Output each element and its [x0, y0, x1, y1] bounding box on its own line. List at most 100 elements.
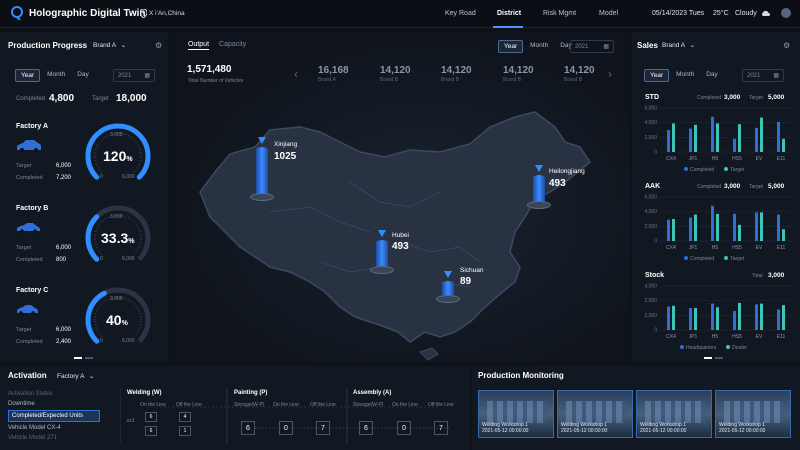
status-weather: Cloudy	[735, 10, 757, 17]
bar-target	[672, 219, 675, 241]
camera-feed[interactable]: Welding Workshop 1 2021-05-12 00:00:00	[636, 390, 712, 438]
tab-output[interactable]: Output	[188, 41, 210, 50]
chevron-down-icon: ⌄	[120, 42, 127, 49]
x-tick-label: EV	[756, 156, 763, 162]
filter-month[interactable]: Month	[42, 69, 70, 82]
legend-dot	[684, 256, 688, 260]
status-item[interactable]: Vehicle Model 271	[8, 433, 100, 443]
bar-target	[694, 124, 697, 152]
app-logo-icon	[10, 6, 24, 21]
marker-value: 1025	[274, 151, 297, 162]
status-item[interactable]: Vehicle Model CX-4	[8, 423, 100, 433]
tab-capacity[interactable]: Capacity	[219, 41, 246, 50]
camera-feed[interactable]: Welding Workshop 1 2021-05-12 00:00:00	[557, 390, 633, 438]
gauge-value: 40%	[106, 312, 128, 328]
camera-feed[interactable]: Welding Workshop 1 2021-05-12 00:00:00	[478, 390, 554, 438]
chart-legend: Completed Target	[684, 256, 744, 262]
sales-title: Sales	[637, 41, 658, 50]
avatar-icon[interactable]	[781, 8, 791, 18]
carousel-next-icon[interactable]: ›	[608, 67, 612, 81]
production-brand-value: Brand A	[93, 42, 116, 49]
gauge-left-label: 0	[100, 174, 103, 180]
factory-target-label: Target	[16, 245, 32, 251]
sales-date-picker[interactable]: 2021 ▦	[742, 69, 784, 82]
factory-target-label: Target	[16, 327, 32, 333]
y-tick-label: 2,000	[644, 298, 657, 304]
production-date-picker[interactable]: 2021 ▦	[113, 69, 155, 82]
y-tick-label: 4,000	[644, 209, 657, 215]
legend-item: Headquarters	[680, 345, 716, 351]
filter-day[interactable]: Day	[701, 69, 723, 82]
gauge-tick	[100, 335, 103, 338]
status-date: 05/14/2023 Tues	[652, 10, 705, 17]
gauge-tick	[138, 146, 141, 148]
gauge-tick	[94, 231, 97, 233]
bar-completed	[711, 116, 714, 152]
filter-month[interactable]: Month	[525, 40, 553, 53]
x-tick-label: JP1	[689, 334, 698, 340]
status-item-active[interactable]: Completed/Expected Units	[8, 410, 100, 422]
production-brand-select[interactable]: Brand A ⌄	[93, 41, 126, 49]
pager-dot-active[interactable]	[704, 357, 712, 359]
output-tabs: Output Capacity	[188, 41, 246, 50]
bar-target	[738, 224, 741, 241]
activation-title: Activation	[8, 371, 47, 380]
bar-dealer	[782, 305, 785, 330]
brand-stat: 14,120 Brand B	[380, 65, 411, 83]
nav-model[interactable]: Model	[599, 10, 618, 17]
bar-headquarters	[755, 304, 758, 330]
filter-day[interactable]: Day	[72, 69, 94, 82]
marker-name: Hubei	[392, 232, 409, 239]
nav-risk-mgmt[interactable]: Risk Mgmt	[543, 10, 576, 17]
chart-stat1-value: 3,000	[724, 183, 741, 190]
gauge-tick	[95, 326, 98, 328]
camera-caption: Welding Workshop 1 2021-05-12 00:00:00	[561, 422, 608, 434]
camera-feed[interactable]: Welding Workshop 1 2021-05-12 00:00:00	[715, 390, 791, 438]
filter-year[interactable]: Year	[644, 69, 670, 82]
sales-filter-row: Year Month Day	[644, 69, 723, 82]
production-filter-row: Year Month Day	[15, 69, 94, 82]
pager-dot[interactable]	[715, 357, 723, 359]
carousel-prev-icon[interactable]: ‹	[294, 67, 298, 81]
calendar-icon: ▦	[773, 73, 779, 79]
gauge-tick	[137, 144, 140, 146]
y-tick-label: 6,000	[644, 195, 657, 201]
status-item[interactable]: Activation Status	[8, 389, 100, 399]
legend-item: Dealer	[726, 345, 747, 351]
nav-key-road[interactable]: Key Road	[445, 10, 476, 17]
nav-active-underline	[493, 26, 523, 28]
pager-dots[interactable]	[704, 357, 723, 359]
gauge-tick	[95, 162, 98, 164]
filter-year[interactable]: Year	[15, 69, 41, 82]
nav-district[interactable]: District	[497, 10, 521, 17]
center-date-picker[interactable]: 2021 ▦	[570, 40, 614, 53]
gauge-tick	[100, 139, 103, 142]
x-tick-label: E11	[777, 334, 786, 340]
sales-chart-stock: Stock Total 3,000 4,000 2,000 2,000 0 CX4 JP1…	[632, 268, 800, 356]
x-tick-label: HS5	[732, 156, 742, 162]
app-title: Holographic Digital Twin	[29, 8, 146, 19]
gauge-tick	[95, 244, 98, 246]
chart-stat1-label: Completed	[697, 95, 722, 101]
bar-dealer	[738, 302, 741, 330]
settings-gear-icon[interactable]: ⚙	[783, 41, 790, 50]
settings-gear-icon[interactable]: ⚙	[155, 41, 162, 50]
chart-legend: Completed Target	[684, 167, 744, 173]
sales-brand-select[interactable]: Brand A ⌄	[662, 41, 695, 49]
brand-stat-value: 14,120	[564, 65, 595, 76]
gauge-top-label: 3,000	[110, 132, 123, 138]
brand-stat-value: 14,120	[441, 65, 472, 76]
brand-stat-label: Brand A	[318, 77, 336, 83]
status-item[interactable]: Downtime	[8, 399, 100, 409]
activation-factory-select[interactable]: Factory A ⌄	[57, 372, 94, 380]
gauge-tick	[127, 298, 130, 301]
filter-year[interactable]: Year	[498, 40, 524, 53]
gauge-tick	[132, 219, 134, 222]
production-title: Production Progress	[8, 41, 88, 50]
bar-completed	[777, 214, 780, 241]
map-area[interactable]: Output Capacity Year Month Day 2021 ▦ 1,…	[170, 32, 630, 362]
legend-dot	[724, 256, 729, 260]
sales-chart-aak: AAK Completed 3,000 Target 5,000 6,000 4,…	[632, 179, 800, 267]
gauge-tick	[102, 137, 104, 140]
filter-month[interactable]: Month	[671, 69, 699, 82]
